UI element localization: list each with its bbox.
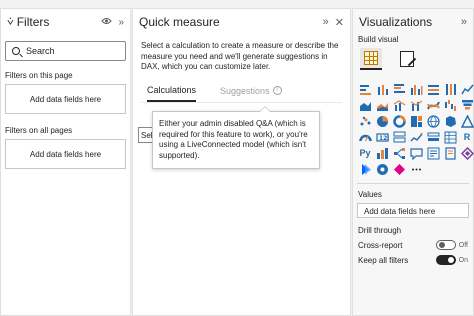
suggestions-disabled-tooltip: Either your admin disabled Q&A (which is… [152,106,320,169]
multi-row-card-icon[interactable] [392,130,406,144]
stacked-area-icon[interactable] [375,98,389,112]
visualizations-title: Visualizations [359,15,433,29]
format-pencil-icon [400,51,414,67]
tabs-divider [141,101,342,103]
filled-map-icon[interactable] [443,114,457,128]
search-placeholder: Search [26,46,55,56]
tab-calculations[interactable]: Calculations [147,85,197,102]
treemap-icon[interactable] [409,114,423,128]
keep-all-filters-state: On [458,256,468,264]
quick-measure-header: Quick measure » ✕ [133,9,350,35]
card-icon[interactable]: 123 [375,130,389,144]
arcgis-icon[interactable] [375,162,389,176]
tab-suggestions[interactable]: Suggestions i [220,85,282,102]
collapse-chevron-icon[interactable]: » [323,16,329,28]
collapse-chevron-icon[interactable]: » [118,17,124,28]
cross-report-toggle[interactable] [435,240,456,250]
stacked-bar-icon[interactable] [358,82,372,96]
quick-measure-title: Quick measure [139,15,220,29]
filters-title: Filters [16,15,50,29]
paginated-report-icon[interactable] [443,146,457,160]
power-apps-icon[interactable] [460,146,474,160]
ribbon-chart-icon[interactable] [426,98,440,112]
quick-measure-tabs: Calculations Suggestions i [133,85,350,102]
diamond-icon[interactable] [392,162,406,176]
cross-report-label: Cross-report [358,240,403,250]
keep-all-filters-label: Keep all filters [358,255,409,265]
filters-search-input[interactable]: Search [5,41,126,61]
cross-report-row: Cross-report Off [353,240,473,250]
r-visual-icon[interactable]: R [460,130,474,144]
info-icon: i [272,86,282,95]
gauge-icon[interactable] [358,130,372,144]
collapse-chevron-icon[interactable]: » [461,16,467,28]
donut-icon[interactable] [392,114,406,128]
format-visual-button[interactable] [396,48,418,70]
stacked-column-icon[interactable] [375,82,389,96]
values-label: Values [358,190,382,199]
cross-report-state: Off [458,241,468,249]
line-column-icon[interactable] [392,98,406,112]
pie-icon[interactable] [375,114,389,128]
close-icon[interactable]: ✕ [335,16,344,29]
slicer-icon[interactable] [426,130,440,144]
map-icon[interactable] [426,114,440,128]
eye-icon[interactable] [101,17,113,28]
power-automate-icon[interactable] [358,162,372,176]
visualizations-pane: Visualizations » Build visual 123 R Py Val… [352,8,474,316]
decomposition-tree-icon[interactable] [392,146,406,160]
svg-text:123: 123 [379,135,389,142]
100-stacked-column-icon[interactable] [443,82,457,96]
keep-all-filters-row: Keep all filters On [353,255,473,265]
python-visual-icon[interactable]: Py [358,146,372,160]
clustered-column-icon[interactable] [409,82,423,96]
more-visuals-icon[interactable] [409,162,423,176]
100-stacked-bar-icon[interactable] [426,82,440,96]
line-clustered-icon[interactable] [409,98,423,112]
divider [357,183,469,184]
build-visual-label: Build visual [358,35,399,44]
drill-through-label: Drill through [358,226,402,235]
filters-header: ⩒ Filters » [1,9,130,35]
filters-on-all-pages-label: Filters on all pages [5,126,73,135]
filters-on-all-pages-drop[interactable]: Add data fields here [5,139,126,169]
table-icon[interactable] [443,130,457,144]
clustered-bar-icon[interactable] [392,82,406,96]
scatter-icon[interactable] [358,114,372,128]
area-chart-icon[interactable] [358,98,372,112]
qa-icon[interactable] [409,146,423,160]
search-icon [12,47,20,55]
filters-pane: ⩒ Filters » Search Filters on this page … [0,8,131,316]
visual-types-grid: 123 R Py [353,74,474,177]
filters-on-this-page-drop[interactable]: Add data fields here [5,84,126,114]
keep-all-filters-toggle[interactable] [435,255,456,265]
build-visual-button[interactable] [360,48,382,70]
azure-map-icon[interactable] [460,114,474,128]
key-influencers-icon[interactable] [375,146,389,160]
smart-narrative-icon[interactable] [426,146,440,160]
filters-on-this-page-label: Filters on this page [5,71,73,80]
funnel-icon: ⩒ [7,15,14,28]
line-chart-icon[interactable] [460,82,474,96]
quick-measure-description: Select a calculation to create a measure… [141,41,339,71]
table-grid-icon [364,51,378,65]
build-visual-toggle [353,44,473,74]
visualizations-header: Visualizations » [353,9,473,35]
funnel-icon[interactable] [460,98,474,112]
waterfall-icon[interactable] [443,98,457,112]
values-drop[interactable]: Add data fields here [357,203,469,218]
kpi-icon[interactable] [409,130,423,144]
